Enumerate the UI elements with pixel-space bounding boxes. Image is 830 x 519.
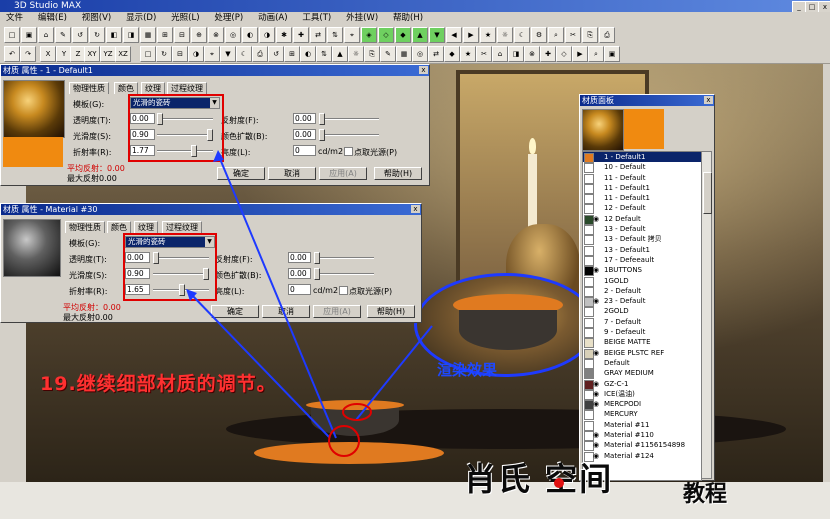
brand-dot [554, 478, 564, 488]
tutorial-caption: 19.继续细部材质的调节。 [40, 373, 277, 395]
arrow-head-1 [213, 150, 224, 162]
brand-logo-main: 肖氏 空间 [464, 460, 614, 498]
highlight-circle-2 [328, 425, 360, 457]
arrow-line-2 [189, 292, 331, 439]
render-effect-label: 渲染效果 [437, 361, 498, 379]
annotation-arrows [186, 150, 433, 457]
brand-logo-sub: 教程 [683, 481, 728, 507]
